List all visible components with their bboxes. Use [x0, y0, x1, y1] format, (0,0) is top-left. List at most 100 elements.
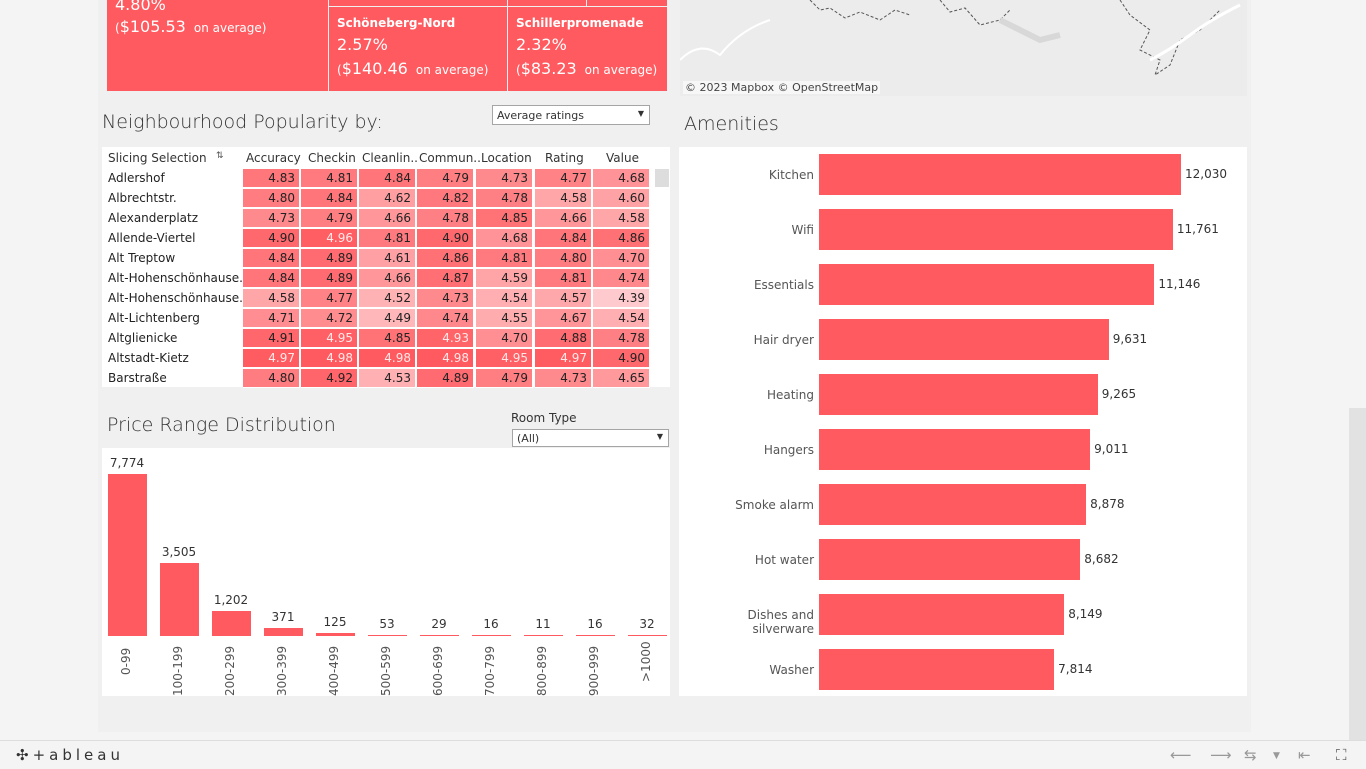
heat-cell[interactable]: 4.81 [535, 269, 592, 288]
heat-cell[interactable]: 4.58 [593, 209, 650, 228]
undo-icon[interactable]: ⟵ [1170, 746, 1192, 764]
heat-cell[interactable]: 4.73 [417, 289, 474, 308]
heat-cell[interactable]: 4.84 [243, 249, 300, 268]
amenities-chart[interactable]: Kitchen 12,030 Wifi 11,761 Essentials 11,146 H… [679, 147, 1247, 696]
tableau-logo[interactable]: ✣+ableau [16, 746, 124, 764]
heat-cell[interactable]: 4.97 [243, 349, 300, 368]
heat-cell[interactable]: 4.89 [301, 249, 358, 268]
heat-cell[interactable]: 4.95 [476, 349, 533, 368]
heat-cell[interactable]: 4.98 [301, 349, 358, 368]
heat-cell[interactable]: 4.74 [417, 309, 474, 328]
heat-cell[interactable]: 4.85 [359, 329, 416, 348]
row-label[interactable]: Alexanderplatz [108, 211, 198, 225]
column-header[interactable]: Cleanlin.. [362, 151, 418, 165]
heat-cell[interactable]: 4.71 [243, 309, 300, 328]
row-label[interactable]: Alt-Lichtenberg [108, 311, 200, 325]
heat-cell[interactable]: 4.97 [535, 349, 592, 368]
heat-cell[interactable]: 4.80 [243, 189, 300, 208]
room-type-dropdown[interactable]: (All) ▼ [512, 429, 669, 447]
heat-cell[interactable]: 4.87 [417, 269, 474, 288]
revert-icon[interactable]: ⇆ [1244, 746, 1257, 764]
price-bar[interactable] [316, 633, 355, 636]
heat-cell[interactable]: 4.62 [359, 189, 416, 208]
heat-cell[interactable]: 4.89 [301, 269, 358, 288]
price-bar[interactable] [420, 635, 459, 636]
column-header[interactable]: Checkin [308, 151, 356, 165]
redo-icon[interactable]: ⟶ [1210, 746, 1232, 764]
row-label[interactable]: Altglienicke [108, 331, 177, 345]
heat-cell[interactable]: 4.53 [359, 369, 416, 388]
price-bar[interactable] [264, 628, 303, 636]
column-header[interactable]: Location [481, 151, 532, 165]
heat-cell[interactable]: 4.68 [476, 229, 533, 248]
heat-cell[interactable]: 4.86 [417, 249, 474, 268]
heat-cell[interactable]: 4.80 [243, 369, 300, 388]
heat-cell[interactable]: 4.81 [301, 169, 358, 188]
heat-cell[interactable]: 4.84 [535, 229, 592, 248]
heat-cell[interactable]: 4.81 [476, 249, 533, 268]
heat-cell[interactable]: 4.77 [301, 289, 358, 308]
page-scrollbar[interactable] [1349, 408, 1366, 740]
price-range-chart[interactable]: 7,774 0-99 3,505 100-199 1,202 200-299 371 300-… [102, 448, 670, 696]
heat-cell[interactable]: 4.92 [301, 369, 358, 388]
heat-cell[interactable]: 4.66 [359, 269, 416, 288]
amenity-bar[interactable] [819, 319, 1109, 360]
heat-cell[interactable]: 4.84 [243, 269, 300, 288]
first-page-icon[interactable]: ⇤ [1298, 746, 1311, 764]
table-scrollbar[interactable] [655, 169, 669, 187]
heat-cell[interactable]: 4.54 [593, 309, 650, 328]
heat-cell[interactable]: 4.84 [359, 169, 416, 188]
amenity-bar[interactable] [819, 154, 1181, 195]
heat-cell[interactable]: 4.66 [535, 209, 592, 228]
heat-cell[interactable]: 4.67 [535, 309, 592, 328]
row-label[interactable]: Allende-Viertel [108, 231, 196, 245]
heat-cell[interactable]: 4.91 [243, 329, 300, 348]
heat-cell[interactable]: 4.54 [476, 289, 533, 308]
heat-cell[interactable]: 4.96 [301, 229, 358, 248]
row-label[interactable]: Alt-Hohenschönhause.. [108, 291, 247, 305]
heat-cell[interactable]: 4.79 [301, 209, 358, 228]
amenity-bar[interactable] [819, 649, 1055, 690]
heat-cell[interactable]: 4.60 [593, 189, 650, 208]
heat-cell[interactable]: 4.90 [593, 349, 650, 368]
price-bar[interactable] [472, 635, 511, 636]
heat-cell[interactable]: 4.68 [593, 169, 650, 188]
amenity-bar[interactable] [819, 594, 1065, 635]
sort-icon[interactable]: ⇅ [216, 151, 224, 161]
heat-cell[interactable]: 4.73 [243, 209, 300, 228]
heat-cell[interactable]: 4.90 [417, 229, 474, 248]
heat-cell[interactable]: 4.98 [359, 349, 416, 368]
column-header-slicing[interactable]: Slicing Selection [108, 151, 207, 165]
heat-cell[interactable]: 4.55 [476, 309, 533, 328]
heat-cell[interactable]: 4.78 [593, 329, 650, 348]
heat-cell[interactable]: 4.72 [301, 309, 358, 328]
heat-cell[interactable]: 4.95 [301, 329, 358, 348]
row-label[interactable]: Altstadt-Kietz [108, 351, 189, 365]
heat-cell[interactable]: 4.58 [535, 189, 592, 208]
heat-cell[interactable]: 4.73 [476, 169, 533, 188]
row-label[interactable]: Alt Treptow [108, 251, 175, 265]
amenity-bar[interactable] [819, 429, 1091, 470]
heat-cell[interactable]: 4.79 [417, 169, 474, 188]
heat-cell[interactable]: 4.85 [476, 209, 533, 228]
column-header[interactable]: Rating [545, 151, 584, 165]
heat-cell[interactable]: 4.66 [359, 209, 416, 228]
metric-dropdown[interactable]: Average ratings ▼ [492, 105, 650, 125]
heat-cell[interactable]: 4.80 [535, 249, 592, 268]
map-credit[interactable]: © 2023 Mapbox © OpenStreetMap [683, 81, 881, 94]
heat-cell[interactable]: 4.57 [535, 289, 592, 308]
kpi-tile-2[interactable]: Schöneberg-Nord 2.57% ($140.46 on average… [329, 7, 507, 91]
heat-cell[interactable]: 4.58 [243, 289, 300, 308]
price-bar[interactable] [576, 635, 615, 636]
map-view[interactable]: © 2023 Mapbox © OpenStreetMap [680, 0, 1247, 96]
amenity-bar[interactable] [819, 539, 1081, 580]
heat-cell[interactable]: 4.86 [593, 229, 650, 248]
row-label[interactable]: Alt-Hohenschönhause.. [108, 271, 247, 285]
heat-cell[interactable]: 4.49 [359, 309, 416, 328]
heat-cell[interactable]: 4.70 [476, 329, 533, 348]
kpi-tile-3[interactable]: Schillerpromenade 2.32% ($83.23 on averag… [508, 7, 667, 91]
kpi-tile-1[interactable]: 4.80% ($105.53 on average) [107, 0, 328, 91]
heat-cell[interactable]: 4.90 [243, 229, 300, 248]
column-header[interactable]: Accuracy [246, 151, 301, 165]
row-label[interactable]: Barstraße [108, 371, 167, 385]
